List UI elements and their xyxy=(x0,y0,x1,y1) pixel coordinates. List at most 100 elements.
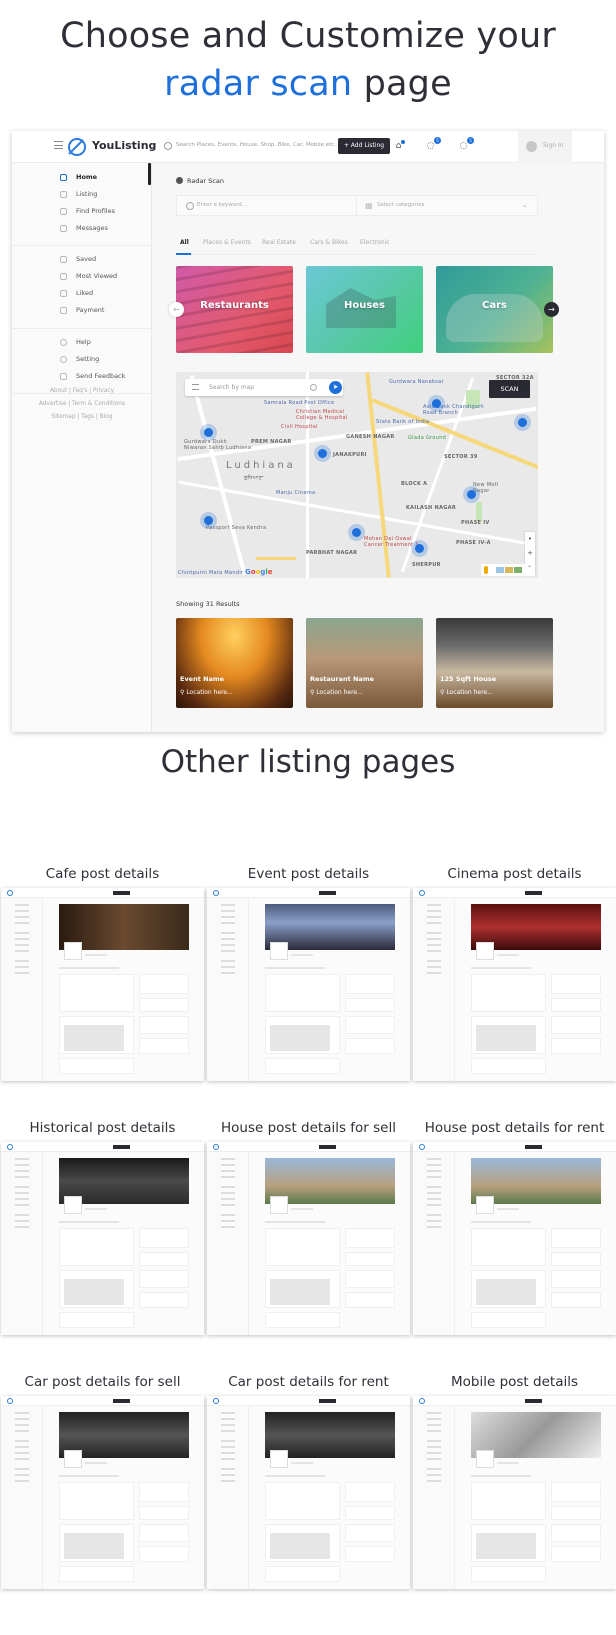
navigate-icon[interactable]: ➤ xyxy=(329,381,342,394)
thumb-info-box xyxy=(551,1482,601,1502)
tab-cars-bikes[interactable]: Cars & Bikes xyxy=(310,239,348,246)
thumb-sidebar xyxy=(413,1406,455,1589)
listing-page-thumbnail[interactable] xyxy=(413,1396,616,1589)
zoom-in-button[interactable]: + xyxy=(525,546,535,560)
store-icon[interactable]: ⌂ xyxy=(393,140,405,151)
sidebar-item-payment[interactable]: Payment xyxy=(12,302,152,319)
category-card-restaurants[interactable]: Restaurants xyxy=(176,266,293,353)
thumb-line xyxy=(291,1462,313,1464)
locate-button[interactable]: • xyxy=(525,532,535,546)
thumb-description-box xyxy=(59,1482,134,1520)
tab-electronic[interactable]: Electronic xyxy=(360,239,390,246)
thumb-map xyxy=(270,1279,330,1305)
logo-icon xyxy=(68,138,86,156)
sidebar-item-find-profiles[interactable]: Find Profiles xyxy=(12,203,152,220)
thumb-line xyxy=(471,967,531,969)
result-location: ⚲ Location here... xyxy=(440,689,493,696)
thumb-avatar xyxy=(270,942,288,960)
listing-page-label: Car post details for sell xyxy=(24,1374,181,1390)
sign-in-button[interactable]: Sign In xyxy=(518,131,572,163)
thumb-description-box xyxy=(265,1228,340,1266)
radar-map[interactable]: Samrala Road Post Office Christian Medic… xyxy=(176,372,538,578)
thumb-tags-box xyxy=(59,1566,134,1582)
map-search-box[interactable]: Search by map ➤ xyxy=(185,379,343,396)
map-pin[interactable] xyxy=(314,445,331,462)
layer-thumb[interactable] xyxy=(514,567,522,573)
notification-icon[interactable]: ◌ 5 xyxy=(458,137,474,151)
tab-places-events[interactable]: Places & Events xyxy=(203,239,251,246)
listing-page-thumbnail[interactable] xyxy=(207,888,410,1081)
layer-thumb[interactable] xyxy=(505,567,513,573)
listing-page-thumbnail[interactable] xyxy=(1,888,204,1081)
sidebar-item-setting[interactable]: Setting xyxy=(12,351,152,368)
street-view-icon[interactable] xyxy=(484,566,488,574)
footer-links-row[interactable]: Advertise | Term & Conditions xyxy=(12,398,152,411)
category-select[interactable]: Select categories ⌄ xyxy=(363,196,533,215)
thumb-info-box xyxy=(139,1506,189,1520)
map-pin[interactable] xyxy=(348,524,365,541)
carousel-prev-arrow-icon[interactable]: ← xyxy=(169,302,184,317)
tab-all[interactable]: All xyxy=(180,239,189,246)
hamburger-menu-icon[interactable] xyxy=(54,141,63,149)
result-card[interactable]: Event Name ⚲ Location here... xyxy=(176,618,293,708)
thumb-info-box xyxy=(551,1292,601,1308)
map-layer-tools[interactable]: ⌃ xyxy=(481,564,535,576)
map-pin[interactable] xyxy=(411,540,428,557)
map-search-input[interactable]: Search by map xyxy=(209,379,254,396)
sidebar-item-messages[interactable]: Messages xyxy=(12,220,152,237)
map-pin[interactable] xyxy=(200,424,217,441)
listing-page-thumbnail[interactable] xyxy=(413,888,616,1081)
logo-icon xyxy=(213,1398,219,1404)
category-card-cars[interactable]: Cars xyxy=(436,266,553,353)
map-pin[interactable] xyxy=(428,395,445,412)
result-card[interactable]: Restaurant Name ⚲ Location here... xyxy=(306,618,423,708)
sidebar-item-home[interactable]: Home xyxy=(12,169,152,186)
thumb-location-box xyxy=(265,1524,340,1562)
chat-icon[interactable]: ◌ 5 xyxy=(425,137,441,151)
sidebar-item-label: Listing xyxy=(76,190,98,198)
listing-page-thumbnail[interactable] xyxy=(207,1396,410,1589)
sidebar-item-saved[interactable]: Saved xyxy=(12,251,152,268)
listing-page-thumbnail[interactable] xyxy=(1,1142,204,1335)
map-search-icon[interactable] xyxy=(310,384,317,391)
keyword-input[interactable]: Enter a keyword... xyxy=(183,196,357,215)
listing-page-thumbnail[interactable] xyxy=(413,1142,616,1335)
listing-page-label: House post details for sell xyxy=(220,1120,396,1136)
listing-page-thumbnail[interactable] xyxy=(1,1396,204,1589)
sidebar-item-help[interactable]: Help xyxy=(12,334,152,351)
thumb-line xyxy=(265,967,325,969)
result-card[interactable]: 125 Sqft House ⚲ Location here... xyxy=(436,618,553,708)
sidebar-item-listing[interactable]: Listing xyxy=(12,186,152,203)
map-pin[interactable] xyxy=(463,486,480,503)
map-menu-icon[interactable] xyxy=(192,384,199,390)
collapse-icon[interactable]: ⌃ xyxy=(527,565,532,572)
global-search-input[interactable]: Search Places, Events, House, Shop, Bike… xyxy=(176,142,340,148)
thumb-line xyxy=(265,1475,325,1477)
footer-links-row[interactable]: About | Faq's | Privacy xyxy=(12,385,152,398)
tab-real-estate[interactable]: Real Estate xyxy=(262,239,296,246)
thumb-sidebar xyxy=(1,1406,43,1589)
map-pin[interactable] xyxy=(200,512,217,529)
carousel-next-arrow-icon[interactable]: → xyxy=(544,302,559,317)
thumb-tags-box xyxy=(265,1058,340,1074)
thumb-tags-box xyxy=(471,1312,546,1328)
category-card-houses[interactable]: Houses xyxy=(306,266,423,353)
map-pin[interactable] xyxy=(514,414,531,431)
logo[interactable]: YouListing xyxy=(92,139,156,152)
thumb-add-button xyxy=(113,1145,130,1149)
scan-button[interactable]: SCAN xyxy=(489,380,530,398)
sidebar-item-send-feedback[interactable]: Send Feedback xyxy=(12,368,152,385)
layer-thumb[interactable] xyxy=(496,567,504,573)
add-listing-button[interactable]: + Add Listing xyxy=(338,138,390,154)
thumb-description-box xyxy=(265,1482,340,1520)
sidebar-item-liked[interactable]: Liked xyxy=(12,285,152,302)
footer-links-row[interactable]: Sitemap | Tags | Blog xyxy=(12,411,152,424)
sidebar-item-most-viewed[interactable]: Most Viewed xyxy=(12,268,152,285)
thumb-info-box xyxy=(139,1292,189,1308)
thumb-line xyxy=(471,1475,531,1477)
sidebar-item-label: Send Feedback xyxy=(76,372,126,380)
eye-icon xyxy=(60,273,67,280)
listing-page-thumbnail[interactable] xyxy=(207,1142,410,1335)
thumb-line xyxy=(265,1221,325,1223)
result-name: Event Name xyxy=(180,675,225,683)
